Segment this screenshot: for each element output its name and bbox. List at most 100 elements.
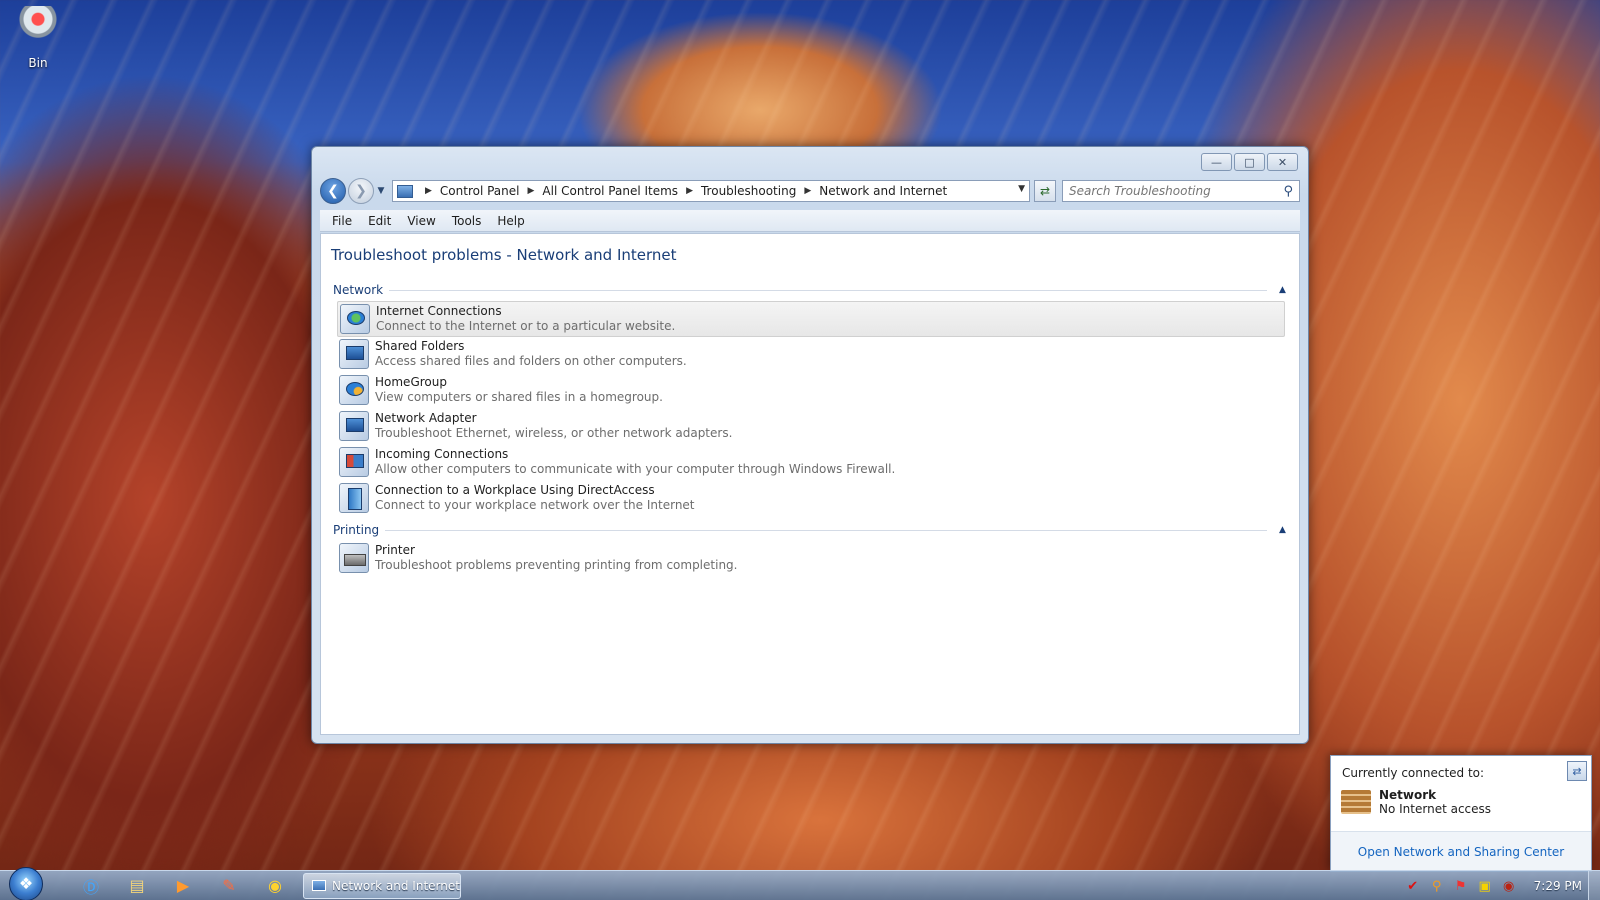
- refresh-button[interactable]: ⇄: [1034, 180, 1056, 202]
- chevron-up-icon[interactable]: ▲: [1279, 285, 1293, 295]
- forward-button[interactable]: ❯: [348, 178, 374, 204]
- chevron-right-icon[interactable]: ▶: [804, 186, 811, 196]
- menu-view[interactable]: View: [399, 214, 443, 228]
- minimize-button[interactable]: —: [1201, 153, 1232, 171]
- recycle-bin-label: Bin: [28, 56, 48, 70]
- menu-help[interactable]: Help: [489, 214, 532, 228]
- group-printing: Printing ▲ Printer Troubleshoot problems…: [331, 521, 1299, 577]
- connected-network: Network No Internet access: [1341, 788, 1491, 816]
- system-tray: ✔ ⚲ ⚑ ▣ ◉ 7:29 PM: [1398, 871, 1582, 900]
- recycle-bin-icon: [18, 6, 58, 50]
- list-item-network-adapter[interactable]: Network Adapter Troubleshoot Ethernet, w…: [337, 409, 1285, 445]
- breadcrumb-control-panel[interactable]: Control Panel: [440, 184, 520, 198]
- breadcrumb-troubleshooting[interactable]: Troubleshooting: [701, 184, 796, 198]
- flyout-refresh-button[interactable]: ⇄: [1567, 761, 1587, 781]
- search-icon[interactable]: ⚲: [1283, 184, 1293, 199]
- refresh-icon: ⇄: [1572, 764, 1582, 778]
- flag-icon[interactable]: ⚑: [1452, 879, 1470, 894]
- control-panel-icon: [397, 184, 413, 198]
- item-description: Troubleshoot Ethernet, wireless, or othe…: [375, 426, 733, 440]
- item-title: Network Adapter: [375, 411, 477, 425]
- menu-tools[interactable]: Tools: [444, 214, 490, 228]
- item-description: Connect to your workplace network over t…: [375, 498, 695, 512]
- maximize-icon: □: [1244, 155, 1255, 169]
- item-title: HomeGroup: [375, 375, 447, 389]
- start-button[interactable]: ❖: [9, 866, 43, 900]
- taskbar-file-explorer[interactable]: ▤: [117, 872, 157, 900]
- recycle-bin[interactable]: Bin: [10, 6, 66, 70]
- address-bar[interactable]: ▶ Control Panel ▶ All Control Panel Item…: [392, 180, 1030, 202]
- list-item-directaccess[interactable]: Connection to a Workplace Using DirectAc…: [337, 481, 1285, 517]
- incoming-connections-icon: [339, 447, 369, 477]
- taskbar-paint[interactable]: ✎: [209, 872, 249, 900]
- monitor-icon[interactable]: ▣: [1476, 879, 1494, 894]
- refresh-icon: ⇄: [1039, 184, 1051, 198]
- search-icon[interactable]: ⚲: [1428, 879, 1446, 894]
- group-title: Network: [333, 283, 384, 297]
- chrome-icon: ◉: [268, 876, 282, 895]
- group-header-printing[interactable]: Printing ▲: [331, 521, 1299, 539]
- content-pane: Troubleshoot problems - Network and Inte…: [320, 233, 1300, 735]
- task-label: Network and Internet: [332, 878, 460, 893]
- group-header-network[interactable]: Network ▲: [331, 281, 1299, 299]
- open-network-sharing-center-link[interactable]: Open Network and Sharing Center: [1358, 845, 1564, 859]
- list-item-printer[interactable]: Printer Troubleshoot problems preventing…: [337, 541, 1285, 577]
- antivirus-icon[interactable]: ◉: [1500, 879, 1518, 894]
- item-title: Connection to a Workplace Using DirectAc…: [375, 483, 655, 497]
- navigation-bar: ❮ ❯ ▼ ▶ Control Panel ▶ All Control Pane…: [320, 177, 1300, 205]
- group-divider: [389, 289, 1267, 291]
- search-input[interactable]: [1069, 184, 1269, 198]
- list-item-internet-connections[interactable]: Internet Connections Connect to the Inte…: [337, 301, 1285, 337]
- caption-buttons: — □ ✕: [1199, 153, 1298, 171]
- maximize-button[interactable]: □: [1234, 153, 1265, 171]
- chevron-right-icon[interactable]: ▶: [528, 186, 535, 196]
- close-button[interactable]: ✕: [1267, 153, 1298, 171]
- address-dropdown-icon[interactable]: ▼: [1018, 184, 1025, 194]
- minimize-icon: —: [1211, 155, 1222, 169]
- folder-icon: ▤: [129, 876, 145, 895]
- arrow-right-icon: ❯: [355, 183, 367, 199]
- back-button[interactable]: ❮: [320, 178, 346, 204]
- chevron-right-icon[interactable]: ▶: [686, 186, 693, 196]
- breadcrumb-network-and-internet[interactable]: Network and Internet: [819, 184, 947, 198]
- control-panel-window: — □ ✕ ❮ ❯ ▼ ▶ Control Panel ▶ All Contro…: [311, 146, 1309, 744]
- recent-pages-dropdown[interactable]: ▼: [374, 186, 388, 196]
- chevron-right-icon[interactable]: ▶: [425, 186, 432, 196]
- search-box[interactable]: ⚲: [1062, 180, 1300, 202]
- network-adapter-icon: [339, 411, 369, 441]
- taskbar-media-player[interactable]: ▶: [163, 872, 203, 900]
- list-item-incoming-connections[interactable]: Incoming Connections Allow other compute…: [337, 445, 1285, 481]
- homegroup-icon: [339, 375, 369, 405]
- chevron-up-icon[interactable]: ▲: [1279, 525, 1293, 535]
- internet-connections-icon: [340, 304, 370, 334]
- media-player-icon: ▶: [176, 876, 190, 895]
- menu-bar: File Edit View Tools Help: [320, 210, 1300, 232]
- menu-edit[interactable]: Edit: [360, 214, 399, 228]
- windows-logo-icon: ❖: [18, 874, 34, 893]
- show-desktop-button[interactable]: [1588, 871, 1600, 900]
- flyout-footer: Open Network and Sharing Center: [1331, 831, 1591, 871]
- checkmark-icon[interactable]: ✔: [1404, 879, 1422, 894]
- page-title: Troubleshoot problems - Network and Inte…: [331, 246, 677, 264]
- item-title: Shared Folders: [375, 339, 465, 353]
- item-description: Allow other computers to communicate wit…: [375, 462, 896, 476]
- printer-icon: [339, 543, 369, 573]
- item-title: Printer: [375, 543, 415, 557]
- network-flyout: Currently connected to: ⇄ Network No Int…: [1330, 755, 1592, 872]
- taskbar-task-network-and-internet[interactable]: Network and Internet: [303, 872, 461, 899]
- taskbar: ❖ Ⓓ ▤ ▶ ✎ ◉ Network and Internet ✔ ⚲ ⚑ ▣…: [0, 866, 1600, 900]
- clock[interactable]: 7:29 PM: [1534, 879, 1582, 893]
- bench-icon: [1341, 790, 1371, 814]
- list-item-homegroup[interactable]: HomeGroup View computers or shared files…: [337, 373, 1285, 409]
- group-title: Printing: [333, 523, 380, 537]
- menu-file[interactable]: File: [324, 214, 360, 228]
- group-divider: [385, 529, 1267, 531]
- internet-explorer-icon: Ⓓ: [82, 877, 99, 897]
- item-description: Connect to the Internet or to a particul…: [376, 319, 676, 333]
- list-item-shared-folders[interactable]: Shared Folders Access shared files and f…: [337, 337, 1285, 373]
- paint-icon: ✎: [222, 876, 236, 895]
- breadcrumb-all-control-panel-items[interactable]: All Control Panel Items: [542, 184, 678, 198]
- taskbar-chrome[interactable]: ◉: [255, 872, 295, 900]
- taskbar-internet-explorer[interactable]: Ⓓ: [71, 872, 111, 900]
- group-network: Network ▲ Internet Connections Connect t…: [331, 281, 1299, 517]
